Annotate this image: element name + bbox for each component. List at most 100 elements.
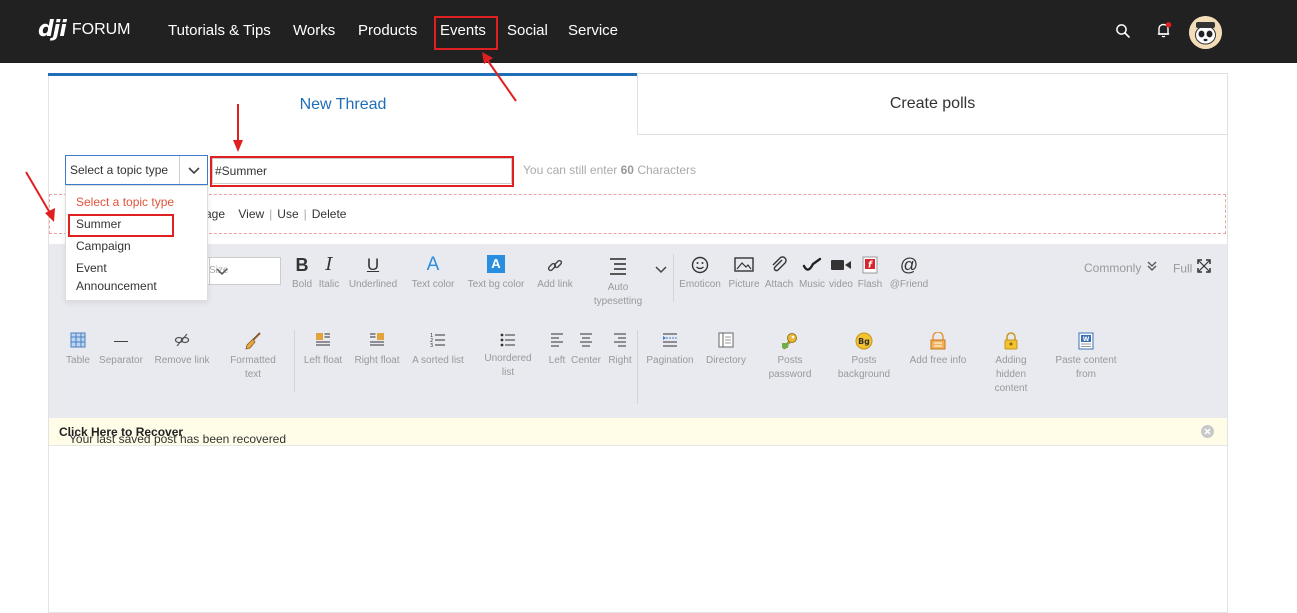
nav-social[interactable]: Social — [507, 21, 548, 41]
pagination-label: Pagination — [646, 355, 694, 366]
expand-icon — [1197, 259, 1211, 278]
formatted-text-icon — [244, 332, 262, 350]
topic-option-event[interactable]: Event — [76, 259, 107, 277]
italic-button[interactable]: I Italic — [316, 255, 342, 292]
attach-icon — [770, 256, 788, 274]
svg-text:Bg: Bg — [858, 337, 870, 346]
emoticon-button[interactable]: Emoticon — [678, 256, 722, 292]
align-center-button[interactable]: Center — [569, 332, 603, 368]
posts-background-button[interactable]: Bg Posts background — [835, 332, 893, 382]
italic-label: Italic — [318, 279, 340, 290]
music-label: Music — [798, 279, 826, 290]
user-avatar[interactable] — [1189, 16, 1222, 49]
tab-new-thread[interactable]: New Thread — [48, 73, 638, 135]
align-right-button[interactable]: Right — [606, 332, 634, 368]
separator-icon: — — [114, 332, 128, 348]
remove-link-icon — [174, 332, 190, 348]
underline-label: Underlined — [348, 279, 398, 290]
topic-option-summer[interactable]: Summer — [76, 215, 121, 233]
topic-option-campaign[interactable]: Campaign — [76, 237, 131, 255]
flash-button[interactable]: f Flash — [857, 256, 883, 292]
paste-content-icon: W — [1078, 332, 1094, 350]
text-color-icon: A — [426, 254, 440, 275]
dji-logo-mark: dji — [38, 17, 67, 42]
tag-view-link[interactable]: View — [238, 207, 264, 221]
formatted-text-label: Formatted text — [230, 355, 276, 380]
paste-content-button[interactable]: W Paste content from — [1054, 332, 1118, 382]
bold-button[interactable]: B Bold — [292, 255, 312, 292]
formatted-text-button[interactable]: Formatted text — [227, 332, 279, 382]
align-right-label: Right — [608, 355, 632, 366]
tag-delete-link[interactable]: Delete — [312, 207, 347, 221]
text-color-button[interactable]: A Text color — [408, 255, 458, 292]
table-button[interactable]: Table — [63, 332, 93, 368]
align-left-label: Left — [548, 355, 566, 366]
search-icon[interactable] — [1115, 23, 1131, 39]
music-button[interactable]: Music — [797, 256, 827, 292]
picture-label: Picture — [728, 279, 760, 290]
tag-manage-link[interactable]: age — [205, 207, 225, 221]
commonly-label: Commonly — [1084, 261, 1142, 276]
auto-typesetting-button[interactable]: Auto typesetting — [590, 257, 646, 309]
nav-products[interactable]: Products — [358, 21, 417, 41]
thread-title-input[interactable] — [212, 158, 512, 184]
italic-icon: I — [325, 254, 333, 275]
font-size-select[interactable]: Size — [205, 257, 281, 285]
at-friend-button[interactable]: @ @Friend — [888, 256, 930, 292]
unordered-list-button[interactable]: Unordered list — [482, 332, 534, 380]
char-hint-prefix: You can still enter — [523, 163, 621, 177]
music-icon — [802, 256, 822, 274]
directory-button[interactable]: Directory — [703, 332, 749, 368]
align-left-button[interactable]: Left — [545, 332, 569, 368]
adding-hidden-content-label: Adding hidden content — [994, 355, 1028, 394]
text-bg-color-label: Text bg color — [467, 279, 525, 290]
topic-option-placeholder[interactable]: Select a topic type — [76, 193, 174, 211]
video-button[interactable]: video — [828, 256, 854, 292]
emoticon-label: Emoticon — [679, 279, 721, 290]
at-friend-label: @Friend — [889, 279, 929, 290]
adding-hidden-content-button[interactable]: Adding hidden content — [988, 332, 1034, 396]
tag-use-link[interactable]: Use — [277, 207, 298, 221]
attach-button[interactable]: Attach — [764, 256, 794, 292]
underline-button[interactable]: U Underlined — [346, 255, 400, 292]
recover-message: Your last saved post has been recovered — [69, 432, 287, 446]
posts-background-label: Posts background — [837, 355, 891, 380]
topic-type-select[interactable]: Select a topic type — [65, 155, 208, 185]
full-screen-toggle[interactable]: Full — [1173, 259, 1215, 278]
remove-link-label: Remove link — [154, 355, 210, 366]
topic-option-announcement[interactable]: Announcement — [76, 277, 157, 295]
emoticon-icon — [691, 256, 709, 274]
bold-icon: B — [295, 255, 309, 275]
text-bg-color-button[interactable]: A Text bg color — [465, 255, 527, 292]
add-free-info-button[interactable]: Add free info — [906, 331, 970, 368]
add-free-info-icon — [929, 331, 947, 350]
editor-content-area[interactable] — [49, 447, 1227, 602]
separator-button[interactable]: — Separator — [97, 332, 145, 368]
right-float-button[interactable]: Right float — [352, 332, 402, 368]
add-link-button[interactable]: Add link — [534, 257, 576, 292]
nav-service[interactable]: Service — [568, 21, 618, 41]
bell-icon[interactable] — [1155, 21, 1173, 39]
left-float-icon — [315, 332, 331, 348]
chevron-down-icon[interactable] — [654, 263, 668, 277]
picture-button[interactable]: Picture — [727, 256, 761, 292]
left-float-button[interactable]: Left float — [301, 332, 345, 368]
posts-password-button[interactable]: Posts password — [764, 332, 816, 382]
tag-actions: age View | Use | Delete — [205, 207, 347, 221]
nav-tutorials-tips[interactable]: Tutorials & Tips — [168, 21, 271, 41]
sorted-list-button[interactable]: 123 A sorted list — [410, 332, 466, 368]
remove-link-button[interactable]: Remove link — [153, 332, 211, 368]
unordered-list-icon — [500, 332, 516, 348]
at-friend-icon: @ — [899, 255, 919, 275]
tab-create-polls[interactable]: Create polls — [637, 73, 1228, 135]
nav-works[interactable]: Works — [293, 21, 335, 41]
char-hint-suffix: Characters — [633, 163, 697, 177]
commonly-toggle[interactable]: Commonly — [1084, 259, 1164, 277]
left-float-label: Left float — [303, 355, 343, 366]
unordered-list-label: Unordered list — [484, 353, 532, 378]
close-icon[interactable] — [1201, 425, 1214, 438]
pagination-button[interactable]: Pagination — [645, 332, 695, 368]
dji-forum-logo[interactable]: dji FORUM — [38, 19, 131, 41]
align-right-icon — [613, 332, 627, 348]
nav-events[interactable]: Events — [440, 21, 486, 41]
